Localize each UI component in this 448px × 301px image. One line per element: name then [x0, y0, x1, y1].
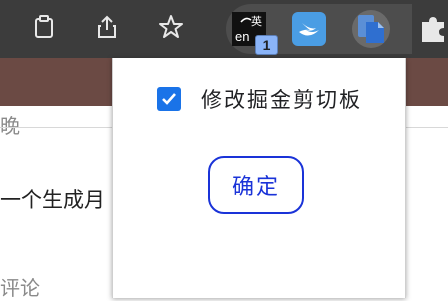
swift-extension-icon[interactable] — [290, 10, 328, 48]
svg-text:英: 英 — [251, 14, 262, 28]
page-text-middle: 一个生成月 — [0, 188, 105, 212]
confirm-button[interactable]: 确定 — [208, 156, 304, 214]
modify-clipboard-checkbox[interactable] — [157, 87, 181, 111]
page-text-top: 晚 — [0, 114, 20, 138]
extensions-area: 英 en — [226, 4, 412, 54]
svg-text:en: en — [235, 29, 249, 44]
page-text-bottom: 评论 — [0, 276, 40, 300]
star-icon[interactable] — [153, 9, 189, 45]
browser-toolbar: 英 en 1 — [0, 0, 448, 58]
share-icon[interactable] — [89, 9, 125, 45]
extension-popup: 修改掘金剪切板 确定 — [112, 58, 406, 298]
puzzle-icon[interactable] — [418, 14, 448, 48]
clipboard-icon[interactable] — [26, 9, 62, 45]
clipboard-extension-icon[interactable] — [352, 10, 390, 48]
checkbox-row[interactable]: 修改掘金剪切板 — [157, 84, 362, 114]
checkmark-icon — [162, 93, 176, 105]
checkbox-label: 修改掘金剪切板 — [201, 88, 362, 112]
extension-badge: 1 — [255, 35, 278, 55]
